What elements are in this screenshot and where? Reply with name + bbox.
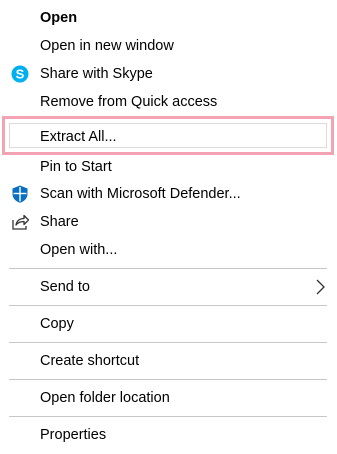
separator	[9, 342, 327, 343]
menu-item-open-folder-location[interactable]: Open folder location	[0, 387, 337, 409]
menu-item-copy[interactable]: Copy	[0, 313, 337, 335]
menu-item-open[interactable]: Open	[0, 7, 337, 29]
skype-icon: S	[10, 64, 30, 84]
menu-item-open-with[interactable]: Open with...	[0, 239, 337, 261]
separator	[9, 305, 327, 306]
menu-item-send-to[interactable]: Send to	[0, 276, 337, 298]
menu-item-label: Send to	[40, 279, 90, 295]
context-menu: Open Open in new window S Share with Sky…	[0, 0, 337, 454]
menu-item-share[interactable]: Share	[0, 211, 337, 233]
menu-item-open-in-new-window[interactable]: Open in new window	[0, 35, 337, 57]
menu-item-label: Open	[40, 10, 78, 26]
menu-item-create-shortcut[interactable]: Create shortcut	[0, 350, 337, 372]
menu-item-label: Share	[40, 214, 79, 230]
chevron-right-icon	[314, 278, 326, 296]
separator	[9, 379, 327, 380]
menu-item-label: Open in new window	[40, 38, 174, 54]
menu-item-label: Remove from Quick access	[40, 94, 218, 110]
menu-item-pin-to-start[interactable]: Pin to Start	[0, 156, 337, 178]
separator	[9, 416, 327, 417]
menu-item-properties[interactable]: Properties	[0, 424, 337, 446]
menu-item-label: Scan with Microsoft Defender...	[40, 186, 241, 202]
share-icon	[10, 212, 30, 232]
menu-item-remove-from-quick-access[interactable]: Remove from Quick access	[0, 91, 337, 113]
menu-item-label: Properties	[40, 427, 107, 443]
defender-shield-icon	[10, 184, 30, 204]
menu-item-extract-all[interactable]: Extract All...	[0, 126, 337, 148]
menu-item-label: Open with...	[40, 242, 118, 258]
menu-item-label: Open folder location	[40, 390, 170, 406]
menu-item-share-with-skype[interactable]: S Share with Skype	[0, 63, 337, 85]
menu-item-label: Extract All...	[40, 129, 117, 145]
menu-item-label: Share with Skype	[40, 66, 153, 82]
menu-item-label: Pin to Start	[40, 159, 112, 175]
menu-item-label: Copy	[40, 316, 74, 332]
svg-text:S: S	[16, 67, 25, 82]
menu-item-label: Create shortcut	[40, 353, 140, 369]
menu-item-scan-with-defender[interactable]: Scan with Microsoft Defender...	[0, 183, 337, 205]
separator	[9, 268, 327, 269]
